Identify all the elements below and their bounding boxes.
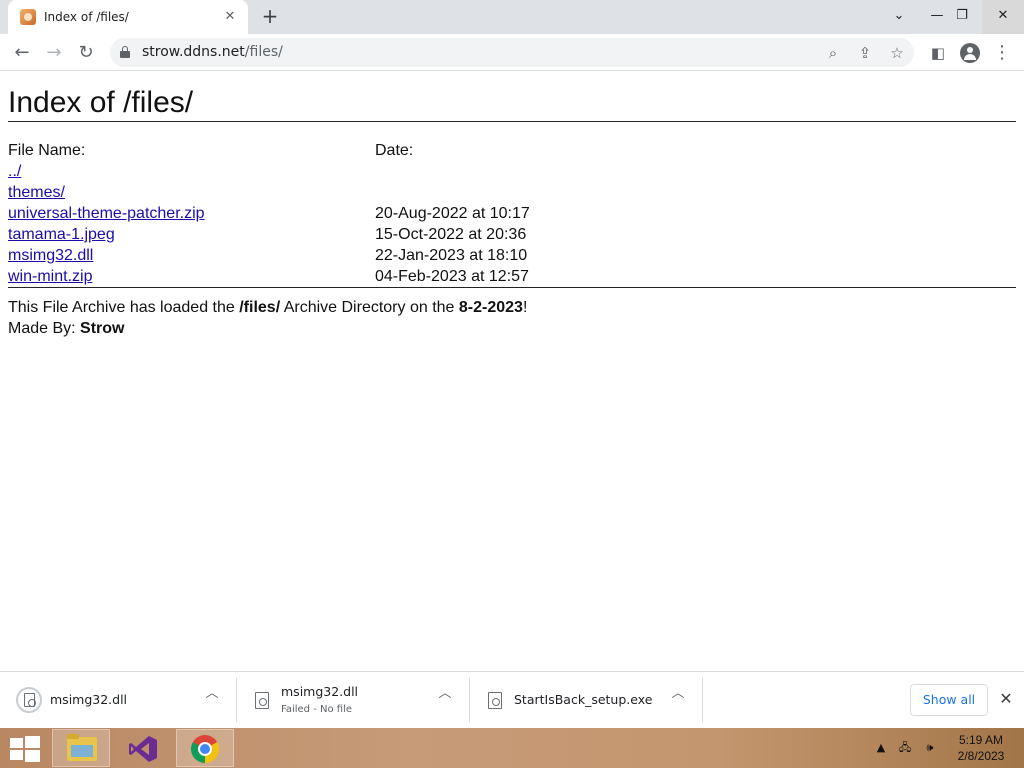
file-link-themes[interactable]: themes/ [8,184,65,201]
list-item: ../ [8,161,1016,182]
page-title: Index of /files/ [8,86,194,119]
reload-button[interactable]: ↻ [72,39,100,67]
chrome-icon [191,735,219,763]
list-item: tamama-1.jpeg 15-Oct-2022 at 20:36 [8,224,1016,245]
new-tab-button[interactable]: + [258,5,282,29]
chevron-up-icon[interactable]: ︿ [670,686,686,702]
download-filename: StartIsBack_setup.exe [514,692,653,707]
tab-close-icon[interactable]: ✕ [222,9,238,25]
url-text[interactable]: strow.ddns.net/files/ [142,44,283,60]
restore-button[interactable]: ❐ [946,0,978,34]
visual-studio-icon [129,736,157,762]
column-header-date: Date: [375,142,414,159]
tab-strip: Index of /files/ ✕ + ⌄ — ❐ ✕ [0,0,1024,34]
address-bar[interactable]: strow.ddns.net/files/ ⌕ ⇪ ☆ [110,38,914,67]
file-link-msimg32[interactable]: msimg32.dll [8,247,93,264]
download-item[interactable]: StartIsBack_setup.exe [488,678,652,722]
download-shelf: msimg32.dll ︿ msimg32.dll Failed - No fi… [0,671,1024,728]
column-header-file-name: File Name: [8,142,86,159]
download-status: Failed - No file [281,703,352,715]
taskbar: ▲ 🖧 🕪 5:19 AM 2/8/2023 [0,728,1024,768]
list-item: themes/ [8,182,1016,203]
separator [702,678,703,722]
menu-kebab-icon[interactable]: ⋮ [988,39,1016,67]
back-button[interactable]: ← [8,39,36,67]
taskbar-visual-studio[interactable] [114,729,172,767]
download-item[interactable]: msimg32.dll [16,678,127,722]
file-link-universal-theme-patcher[interactable]: universal-theme-patcher.zip [8,205,205,222]
author-text: Made By: Strow [8,320,125,337]
share-icon[interactable]: ⇪ [853,41,877,65]
download-item[interactable]: msimg32.dll Failed - No file [255,678,358,722]
list-header: File Name: Date: [8,140,1016,161]
browser-toolbar: ← → ↻ strow.ddns.net/files/ ⌕ ⇪ ☆ ◧ ⋮ [0,34,1024,71]
separator [469,678,470,722]
file-date: 20-Aug-2022 at 10:17 [375,205,530,222]
volume-icon[interactable]: 🕪 [920,740,940,756]
file-explorer-icon [67,734,97,761]
windows-start-icon[interactable] [10,736,40,762]
system-clock[interactable]: 5:19 AM 2/8/2023 [946,733,1016,764]
side-panel-icon[interactable]: ◧ [924,39,952,67]
profile-avatar-icon[interactable] [956,39,984,67]
search-icon[interactable]: ⌕ [821,41,845,65]
chevron-up-icon[interactable]: ︿ [204,686,220,702]
lock-icon[interactable] [120,46,130,58]
page-content: Index of /files/ File Name: Date: ../ th… [0,71,1024,671]
tab-search-chevron-icon[interactable]: ⌄ [883,0,915,34]
network-icon[interactable]: 🖧 [896,740,914,756]
tray-chevron-up-icon[interactable]: ▲ [874,740,888,756]
tab-title: Index of /files/ [44,10,129,24]
taskbar-file-explorer[interactable] [52,729,110,767]
download-filename: msimg32.dll [281,683,359,699]
clock-time: 5:19 AM [958,733,1004,747]
file-link-tamama[interactable]: tamama-1.jpeg [8,226,115,243]
list-item: msimg32.dll 22-Jan-2023 at 18:10 [8,245,1016,266]
clock-date: 2/8/2023 [957,749,1005,763]
chevron-up-icon[interactable]: ︿ [437,686,453,702]
taskbar-chrome[interactable] [176,729,234,767]
file-date: 04-Feb-2023 at 12:57 [375,268,529,285]
archive-info-text: This File Archive has loaded the /files/… [8,299,528,316]
setup-file-icon [488,691,502,709]
divider [8,287,1016,288]
show-all-button[interactable]: Show all [910,684,988,716]
divider [8,121,1016,122]
window-close-button[interactable]: ✕ [982,0,1024,34]
file-link-parent[interactable]: ../ [8,163,21,180]
bookmark-star-icon[interactable]: ☆ [885,41,909,65]
browser-tab[interactable]: Index of /files/ ✕ [8,0,248,34]
separator [236,678,237,722]
forward-button[interactable]: → [40,39,68,67]
list-item: universal-theme-patcher.zip 20-Aug-2022 … [8,203,1016,224]
site-favicon-icon [20,9,36,25]
file-icon [255,691,269,709]
list-item: win-mint.zip 04-Feb-2023 at 12:57 [8,266,1016,287]
download-filename: msimg32.dll [50,692,128,707]
file-date: 15-Oct-2022 at 20:36 [375,226,527,243]
file-date: 22-Jan-2023 at 18:10 [375,247,528,264]
file-link-win-mint[interactable]: win-mint.zip [8,268,92,285]
close-icon[interactable]: ✕ [996,688,1016,710]
file-icon [16,687,42,713]
